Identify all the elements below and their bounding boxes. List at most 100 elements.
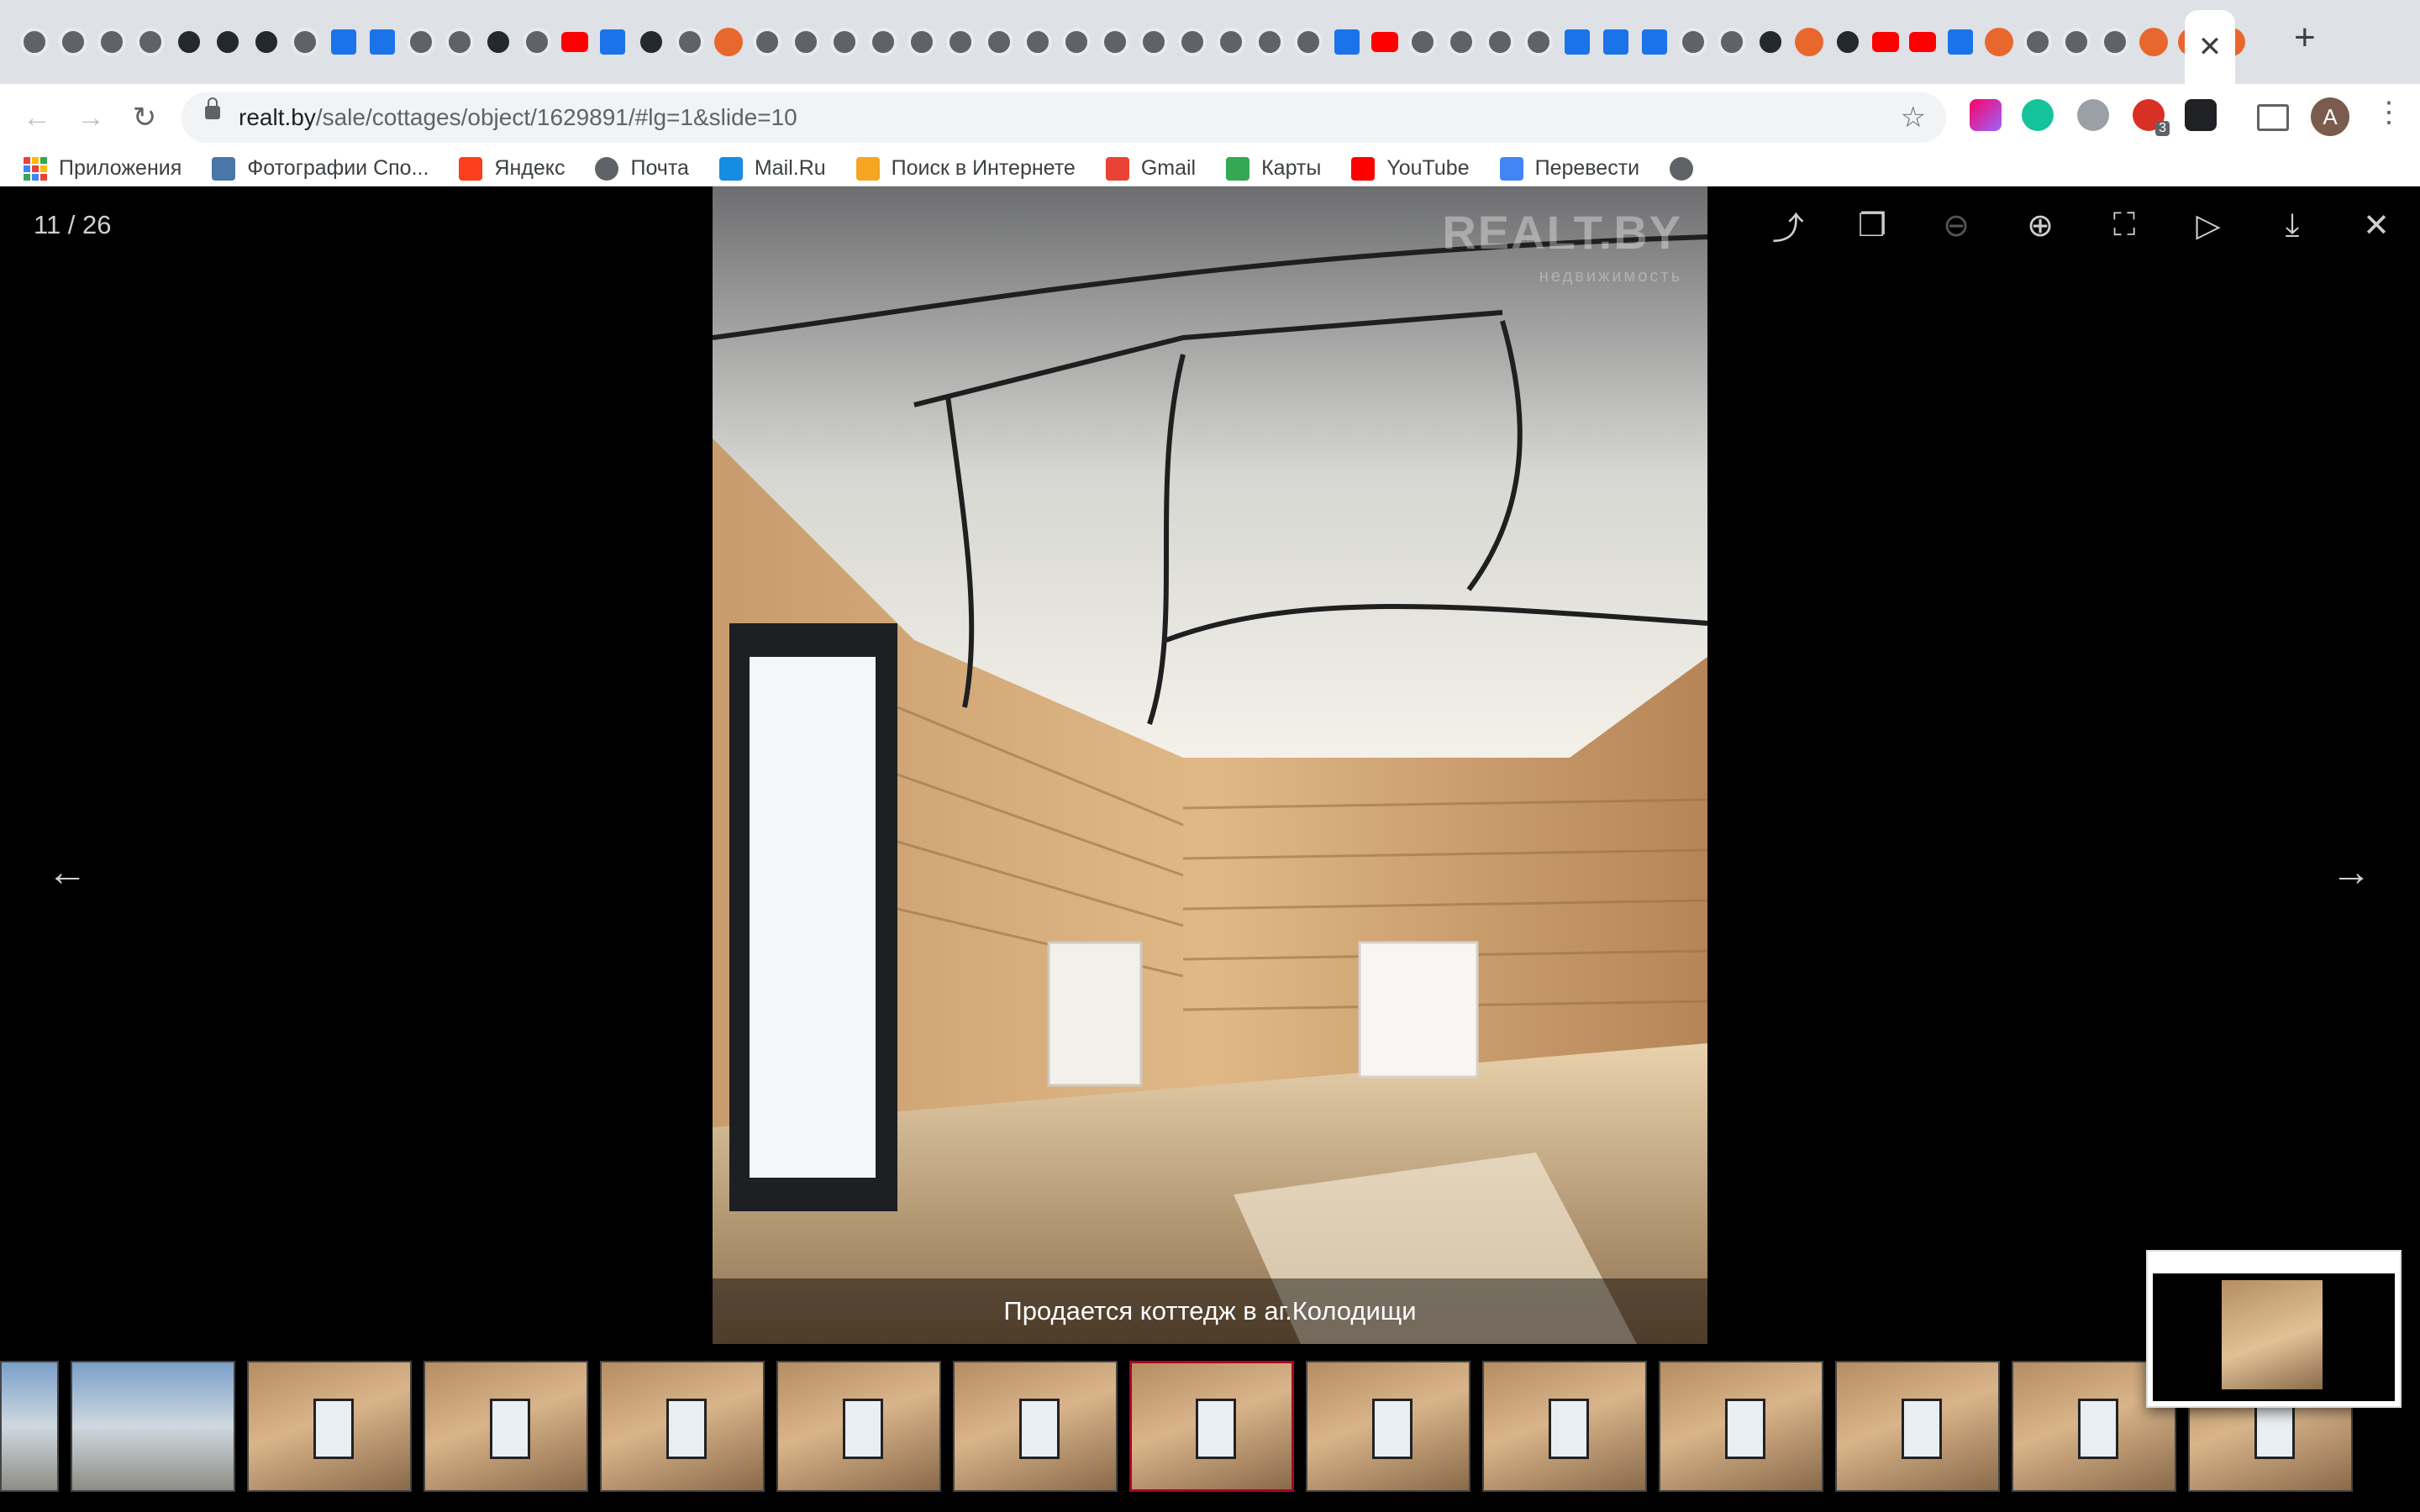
prev-slide-arrow-icon[interactable]: ←: [37, 842, 97, 902]
tab-favicon-icon[interactable]: [1524, 28, 1553, 56]
bookmark-item[interactable]: Яндекс: [459, 156, 565, 181]
bookmark-item[interactable]: Gmail: [1105, 156, 1196, 181]
bookmark-item[interactable]: [1670, 156, 1694, 181]
tab-favicon-icon[interactable]: [869, 28, 897, 56]
tab-favicon-icon[interactable]: [908, 28, 936, 56]
copy-icon[interactable]: ❐: [1850, 203, 1894, 247]
tab-favicon-icon[interactable]: [1718, 28, 1746, 56]
tab-favicon-icon[interactable]: [946, 28, 975, 56]
tab-favicon-icon[interactable]: [136, 28, 165, 56]
close-tab-icon[interactable]: ✕: [2198, 30, 2223, 64]
tab-favicon-icon[interactable]: [1833, 28, 1862, 56]
bookmark-item[interactable]: Почта: [595, 156, 689, 181]
bookmark-item[interactable]: Поиск в Интернете: [855, 156, 1076, 181]
forward-button[interactable]: →: [69, 96, 113, 139]
next-slide-arrow-icon[interactable]: →: [2321, 842, 2381, 902]
gallery-photo[interactable]: REALT.BY недвижимость Продается коттедж …: [713, 186, 1707, 1344]
thumbnail-item[interactable]: [424, 1361, 588, 1492]
tab-favicon-icon[interactable]: [1872, 32, 1899, 52]
tab-favicon-icon[interactable]: [676, 28, 704, 56]
tab-favicon-icon[interactable]: [2023, 28, 2052, 56]
adblock-icon[interactable]: 3: [2133, 99, 2170, 136]
bookmark-item[interactable]: Перевести: [1499, 156, 1639, 181]
download-icon[interactable]: ⤓: [2270, 203, 2314, 247]
tab-favicon-icon[interactable]: [445, 28, 474, 56]
tab-favicon-icon[interactable]: [561, 32, 588, 52]
tab-favicon-icon[interactable]: [484, 28, 513, 56]
media-control-icon[interactable]: [2257, 104, 2289, 131]
bookmark-item[interactable]: Приложения: [24, 156, 182, 181]
tab-favicon-icon[interactable]: [600, 29, 625, 55]
tab-favicon-icon[interactable]: [331, 29, 356, 55]
tab-favicon-icon[interactable]: [1948, 29, 1973, 55]
share-icon[interactable]: ⤴: [1766, 203, 1810, 247]
tab-favicon-icon[interactable]: [1985, 28, 2013, 56]
extension-gradient-icon[interactable]: [1970, 99, 2002, 131]
tab-favicon-icon[interactable]: [1642, 29, 1667, 55]
tab-favicon-icon[interactable]: [1139, 28, 1168, 56]
fullscreen-icon[interactable]: ⛶: [2102, 203, 2146, 247]
tab-favicon-icon[interactable]: [830, 28, 859, 56]
tab-favicon-icon[interactable]: [407, 28, 435, 56]
tab-favicon-icon[interactable]: [753, 28, 781, 56]
thumbnail-item[interactable]: [776, 1361, 941, 1492]
paw-extension-icon[interactable]: [2077, 99, 2109, 131]
bookmark-item[interactable]: Карты: [1226, 156, 1321, 181]
browser-menu-icon[interactable]: ⋮: [2375, 96, 2403, 129]
reload-button[interactable]: ↻: [123, 96, 166, 139]
play-icon[interactable]: ▷: [2186, 203, 2230, 247]
back-button[interactable]: ←: [15, 96, 59, 139]
tab-favicon-icon[interactable]: [2139, 28, 2168, 56]
bookmark-star-icon[interactable]: ☆: [1901, 101, 1926, 134]
tab-favicon-icon[interactable]: [1408, 28, 1437, 56]
tab-favicon-icon[interactable]: [1371, 32, 1398, 52]
zoom-out-icon[interactable]: ⊖: [1934, 203, 1978, 247]
tab-favicon-icon[interactable]: [1101, 28, 1129, 56]
bookmark-item[interactable]: Mail.Ru: [718, 156, 826, 181]
tab-favicon-icon[interactable]: [59, 28, 87, 56]
tab-favicon-icon[interactable]: [1565, 29, 1590, 55]
tab-favicon-icon[interactable]: [175, 28, 203, 56]
thumbnail-item[interactable]: [1306, 1361, 1470, 1492]
close-icon[interactable]: ✕: [2354, 203, 2398, 247]
zoom-in-icon[interactable]: ⊕: [2018, 203, 2062, 247]
thumbnail-item[interactable]: [1835, 1361, 2000, 1492]
thumbnail-item[interactable]: [247, 1361, 412, 1492]
tab-favicon-icon[interactable]: [1679, 28, 1707, 56]
profile-avatar[interactable]: A: [2311, 97, 2349, 136]
tab-favicon-icon[interactable]: [1217, 28, 1245, 56]
tab-favicon-icon[interactable]: [370, 29, 395, 55]
active-tab[interactable]: ✕: [2185, 10, 2235, 84]
tab-favicon-icon[interactable]: [2101, 28, 2129, 56]
tab-favicon-icon[interactable]: [1603, 29, 1628, 55]
tab-favicon-icon[interactable]: [523, 28, 551, 56]
lock-icon[interactable]: [205, 97, 220, 119]
tab-favicon-icon[interactable]: [985, 28, 1013, 56]
tab-favicon-icon[interactable]: [1909, 32, 1936, 52]
tab-favicon-icon[interactable]: [1255, 28, 1284, 56]
tab-favicon-icon[interactable]: [792, 28, 820, 56]
tab-favicon-icon[interactable]: [1795, 28, 1823, 56]
grammarly-icon[interactable]: [2022, 99, 2054, 131]
new-tab-button[interactable]: +: [2294, 17, 2316, 59]
thumbnail-item[interactable]: [1129, 1361, 1294, 1492]
v-extension-icon[interactable]: [2185, 99, 2217, 131]
screenshot-preview[interactable]: [2146, 1250, 2402, 1408]
tab-favicon-icon[interactable]: [291, 28, 319, 56]
thumbnail-item[interactable]: [1482, 1361, 1647, 1492]
address-bar[interactable]: realt.by/sale/cottages/object/1629891/#l…: [182, 92, 1946, 143]
tab-favicon-icon[interactable]: [213, 28, 242, 56]
url-text[interactable]: realt.by/sale/cottages/object/1629891/#l…: [239, 104, 797, 131]
thumbnail-item[interactable]: [600, 1361, 765, 1492]
thumbnail-item[interactable]: [71, 1361, 235, 1492]
bookmark-item[interactable]: Фотографии Спо...: [212, 156, 429, 181]
tab-favicon-icon[interactable]: [1023, 28, 1052, 56]
tab-favicon-icon[interactable]: [1486, 28, 1514, 56]
tab-favicon-icon[interactable]: [20, 28, 49, 56]
tab-favicon-icon[interactable]: [1334, 29, 1360, 55]
tab-favicon-icon[interactable]: [1062, 28, 1091, 56]
thumbnail-item[interactable]: [1659, 1361, 1823, 1492]
tab-favicon-icon[interactable]: [252, 28, 281, 56]
tab-favicon-icon[interactable]: [1294, 28, 1323, 56]
tab-favicon-icon[interactable]: [1178, 28, 1207, 56]
